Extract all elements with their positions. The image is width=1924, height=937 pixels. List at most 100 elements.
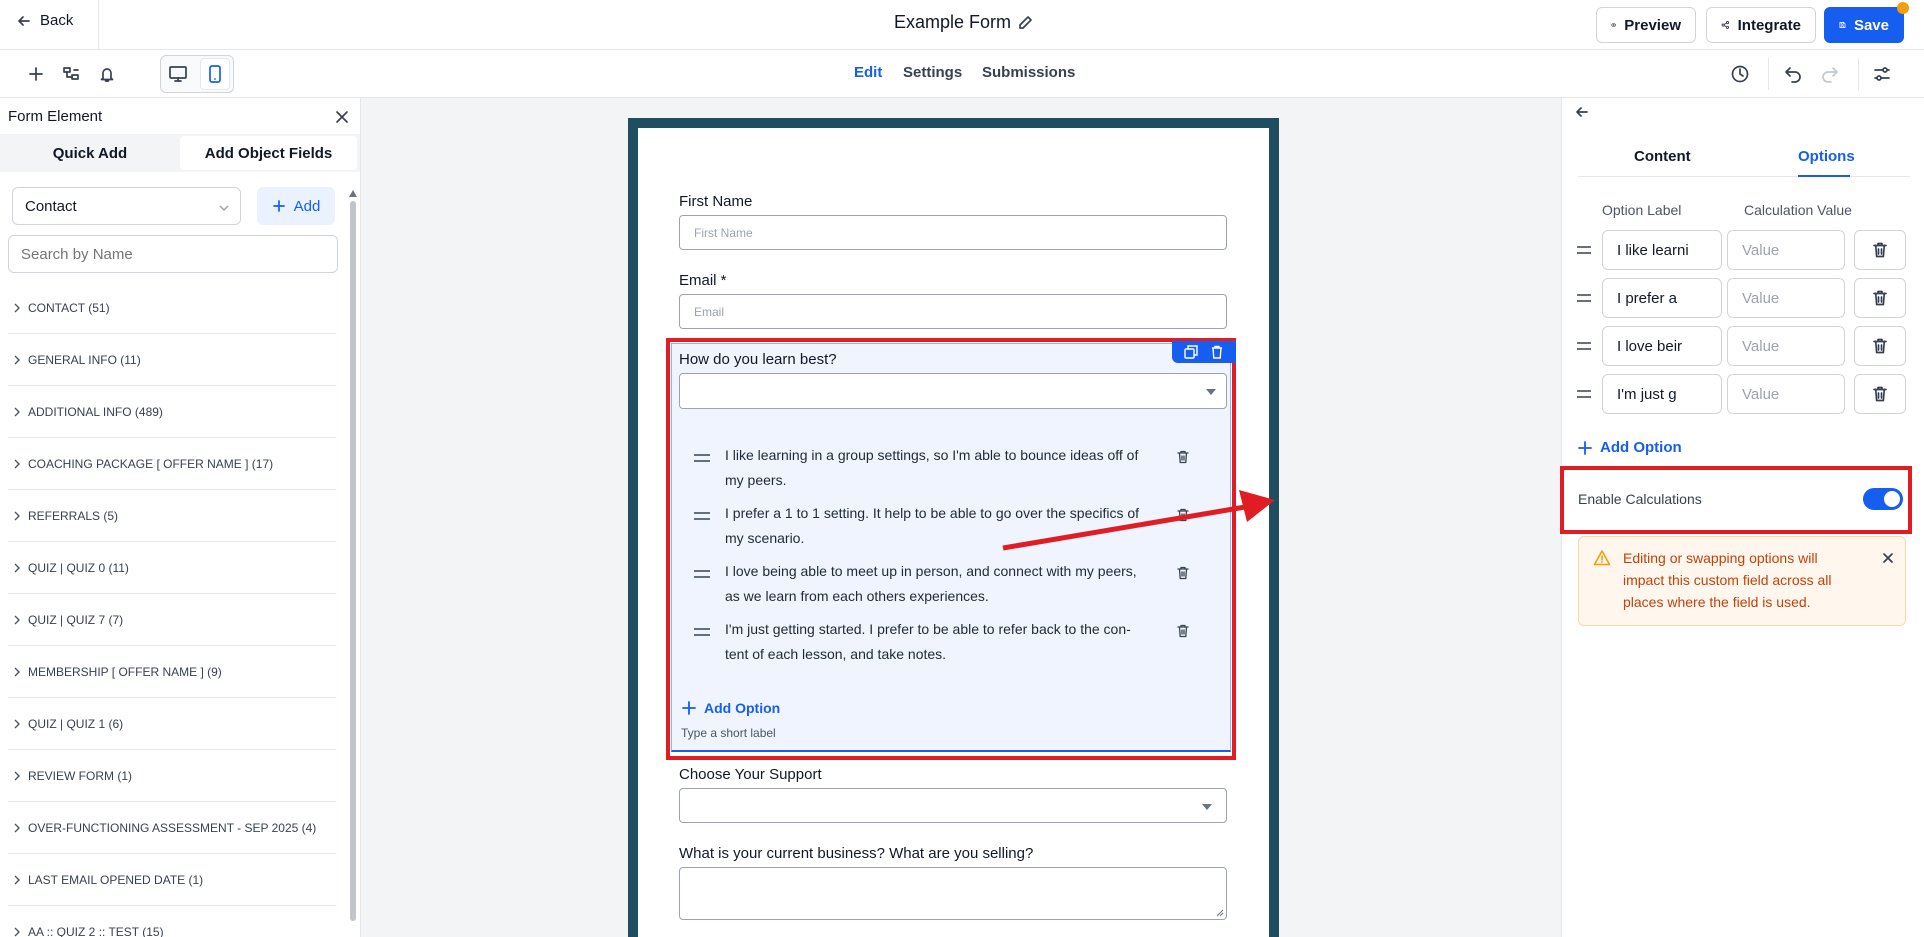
mobile-icon[interactable]	[205, 64, 225, 84]
trash-icon[interactable]	[1210, 345, 1224, 359]
category-item[interactable]: AA :: QUIZ 2 :: TEST (15)	[8, 906, 336, 937]
save-label: Save	[1853, 16, 1889, 34]
first-name-input[interactable]: First Name	[679, 215, 1227, 250]
history-icon[interactable]	[1730, 64, 1750, 84]
enable-calculations-toggle[interactable]	[1863, 488, 1903, 510]
delete-option-button[interactable]	[1854, 326, 1906, 366]
support-dropdown[interactable]	[679, 788, 1227, 823]
category-label: QUIZ | QUIZ 0 (11)	[28, 560, 129, 575]
short-label-hint: Type a short label	[681, 726, 776, 740]
option-text-line-2: tent of each lesson, and take notes.	[725, 646, 947, 662]
chevron-right-icon	[14, 823, 20, 832]
tab-settings[interactable]: Settings	[903, 64, 962, 81]
category-label: LAST EMAIL OPENED DATE (1)	[28, 872, 204, 887]
trash-icon[interactable]	[1175, 449, 1191, 465]
resize-handle-icon[interactable]	[1216, 909, 1224, 917]
support-label: Choose Your Support	[679, 766, 822, 783]
category-item[interactable]: MEMBERSHIP [ OFFER NAME ] (9)	[8, 646, 336, 698]
tab-options[interactable]: Options	[1798, 148, 1855, 165]
category-label: OVER-FUNCTIONING ASSESSMENT - SEP 2025 (…	[28, 820, 317, 835]
chevron-right-icon	[14, 511, 20, 520]
drag-handle-icon[interactable]	[1576, 389, 1592, 399]
add-option-link[interactable]: Add Option	[682, 700, 780, 716]
plus-icon	[272, 200, 285, 212]
email-input[interactable]: Email	[679, 294, 1227, 329]
trash-icon	[1873, 242, 1887, 258]
sliders-icon[interactable]	[1872, 64, 1892, 84]
delete-option-button[interactable]	[1854, 374, 1906, 414]
bell-icon[interactable]	[98, 65, 116, 83]
enable-calculations-label: Enable Calculations	[1578, 491, 1702, 507]
scrollbar-thumb[interactable]	[350, 201, 356, 921]
calculation-value-input[interactable]: Value	[1727, 374, 1845, 414]
add-object-button[interactable]: Add	[257, 187, 335, 225]
integrate-button[interactable]: Integrate	[1706, 7, 1816, 43]
object-select[interactable]: Contact	[12, 187, 241, 225]
drag-handle-icon[interactable]	[1576, 245, 1592, 255]
tab-edit[interactable]: Edit	[854, 64, 882, 81]
option-item[interactable]: I'm just getting started. I prefer to be…	[691, 617, 1191, 667]
category-item[interactable]: GENERAL INFO (11)	[8, 334, 336, 386]
drag-handle-icon[interactable]	[693, 453, 711, 463]
calculation-value-input[interactable]: Value	[1727, 326, 1845, 366]
category-label: ADDITIONAL INFO (489)	[28, 404, 163, 419]
preview-button[interactable]: Preview	[1596, 7, 1696, 43]
undo-icon[interactable]	[1783, 64, 1803, 84]
option-label-input[interactable]: I prefer a	[1602, 278, 1722, 318]
drag-handle-icon[interactable]	[1576, 341, 1592, 351]
question-dropdown[interactable]	[679, 373, 1227, 409]
category-item[interactable]: QUIZ | QUIZ 1 (6)	[8, 698, 336, 750]
category-label: QUIZ | QUIZ 1 (6)	[28, 716, 124, 731]
save-button[interactable]: Save	[1824, 7, 1904, 43]
col-calculation-value: Calculation Value	[1744, 202, 1852, 218]
category-item[interactable]: CONTACT (51)	[8, 282, 336, 334]
drag-handle-icon[interactable]	[693, 511, 711, 521]
category-item[interactable]: QUIZ | QUIZ 7 (7)	[8, 594, 336, 646]
arrow-left-icon[interactable]	[1574, 104, 1590, 120]
business-textarea[interactable]	[679, 867, 1227, 920]
close-icon[interactable]	[1881, 551, 1895, 565]
option-label-value: I like learni	[1617, 241, 1689, 259]
tab-add-object-fields[interactable]: Add Object Fields	[180, 136, 357, 170]
redo-icon[interactable]	[1820, 64, 1840, 84]
tab-content[interactable]: Content	[1634, 148, 1691, 165]
category-item[interactable]: LAST EMAIL OPENED DATE (1)	[8, 854, 336, 906]
calculation-value-input[interactable]: Value	[1727, 230, 1845, 270]
category-label: CONTACT (51)	[28, 300, 110, 315]
form-title-group[interactable]: Example Form	[894, 12, 1033, 33]
tab-quick-add[interactable]: Quick Add	[0, 134, 180, 172]
option-label-input[interactable]: I love beir	[1602, 326, 1722, 366]
trash-icon	[1873, 290, 1887, 306]
category-item[interactable]: REVIEW FORM (1)	[8, 750, 336, 802]
copy-icon[interactable]	[1184, 345, 1198, 359]
add-option-button[interactable]: Add Option	[1578, 439, 1682, 456]
calculation-value-input[interactable]: Value	[1727, 278, 1845, 318]
category-item[interactable]: COACHING PACKAGE [ OFFER NAME ] (17)	[8, 438, 336, 490]
plus-icon[interactable]	[27, 65, 45, 83]
pencil-icon[interactable]	[1017, 15, 1033, 31]
category-item[interactable]: ADDITIONAL INFO (489)	[8, 386, 336, 438]
category-item[interactable]: REFERRALS (5)	[8, 490, 336, 542]
drag-handle-icon[interactable]	[693, 569, 711, 579]
option-label-input[interactable]: I like learni	[1602, 230, 1722, 270]
back-button[interactable]: Back	[16, 12, 73, 29]
category-label: GENERAL INFO (11)	[28, 352, 141, 367]
category-item[interactable]: QUIZ | QUIZ 0 (11)	[8, 542, 336, 594]
layers-icon[interactable]	[62, 65, 80, 83]
panel-title: Form Element	[8, 108, 103, 125]
scroll-up-arrow[interactable]	[349, 190, 357, 197]
search-input[interactable]	[8, 235, 338, 273]
desktop-icon[interactable]	[168, 64, 188, 84]
category-item[interactable]: OVER-FUNCTIONING ASSESSMENT - SEP 2025 (…	[8, 802, 336, 854]
chevron-right-icon	[14, 407, 20, 416]
drag-handle-icon[interactable]	[1576, 293, 1592, 303]
close-icon[interactable]	[333, 108, 351, 126]
delete-option-button[interactable]	[1854, 230, 1906, 270]
trash-icon	[1873, 386, 1887, 402]
drag-handle-icon[interactable]	[693, 627, 711, 637]
option-label-input[interactable]: I'm just g	[1602, 374, 1722, 414]
trash-icon[interactable]	[1175, 623, 1191, 639]
scrollbar-track[interactable]	[349, 190, 357, 930]
tab-submissions[interactable]: Submissions	[982, 64, 1075, 81]
delete-option-button[interactable]	[1854, 278, 1906, 318]
